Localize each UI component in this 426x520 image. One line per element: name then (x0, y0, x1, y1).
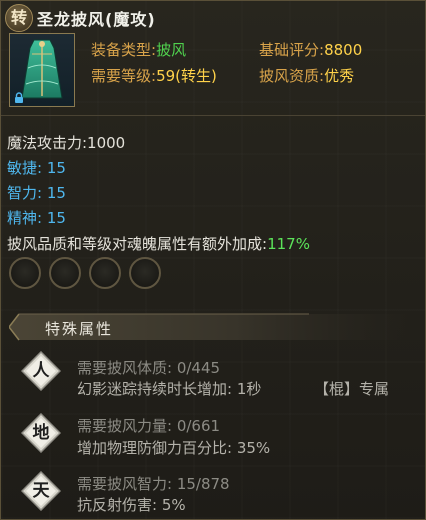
bonus-row: 披风品质和等级对魂魄属性有额外加成:117% (7, 233, 310, 254)
level-req-value: 59(转生) (156, 67, 217, 85)
item-name: 圣龙披风(魔攻) (37, 10, 156, 29)
gem-socket-4[interactable] (129, 257, 161, 289)
quality-value: 优秀 (324, 67, 355, 85)
badge-ren: 人 (20, 350, 62, 392)
lock-icon (15, 92, 23, 103)
magic-attack-stat: 魔法攻击力:1000 (7, 134, 126, 152)
base-score-label: 基础评分: (259, 41, 325, 59)
base-score-value: 8800 (324, 41, 363, 59)
bonus-text: 披风品质和等级对魂魄属性有额外加成: (7, 235, 268, 253)
quality-row: 披风资质:优秀 (259, 65, 354, 86)
equip-type-label: 装备类型: (91, 41, 157, 59)
rebirth-badge: 转 (5, 4, 33, 32)
gem-socket-1[interactable] (9, 257, 41, 289)
base-score-row: 基础评分:8800 (259, 39, 362, 60)
entry2-effect: 增加物理防御力百分比: 35% (77, 439, 271, 457)
badge-di: 地 (20, 412, 62, 454)
entry3-effect: 抗反射伤害: 5% (77, 496, 186, 514)
entry1-tag: 【棍】专属 (314, 380, 390, 398)
item-tooltip: 转 圣龙披风(魔攻) 装备类型:披风 基础评分:8800 需要等级:59(转生)… (0, 0, 426, 520)
badge-ren-char: 人 (32, 361, 50, 381)
level-req-row: 需要等级:59(转生) (91, 65, 217, 86)
badge-tian-char: 天 (32, 481, 50, 501)
item-icon-frame[interactable] (9, 33, 75, 107)
equip-type-row: 装备类型:披风 (91, 39, 186, 60)
equip-type-value: 披风 (156, 41, 187, 59)
intellect-stat: 智力: 15 (7, 184, 66, 202)
level-req-label: 需要等级: (91, 67, 157, 85)
entry1-requirement: 需要披风体质: 0/445 (77, 359, 221, 377)
badge-di-char: 地 (32, 423, 50, 443)
entry3-requirement: 需要披风智力: 15/878 (77, 475, 230, 493)
divider (1, 115, 425, 116)
spirit-stat: 精神: 15 (7, 209, 66, 227)
quality-label: 披风资质: (259, 67, 325, 85)
badge-tian: 天 (20, 470, 62, 512)
gem-socket-3[interactable] (89, 257, 121, 289)
entry1-effect: 幻影迷踪持续时长增加: 1秒 (77, 380, 262, 398)
special-section-title: 特殊属性 (45, 320, 114, 338)
gem-socket-2[interactable] (49, 257, 81, 289)
entry2-requirement: 需要披风力量: 0/661 (77, 417, 221, 435)
agility-stat: 敏捷: 15 (7, 159, 66, 177)
bonus-value: 117% (267, 235, 310, 253)
